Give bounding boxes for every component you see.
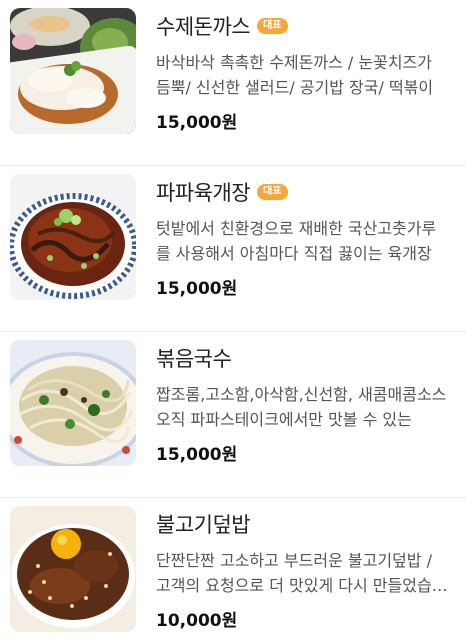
signature-badge: 대표 [257,184,288,200]
signature-badge: 대표 [257,18,288,34]
stir-fried-noodles-photo [10,340,136,466]
bulgogi-rice-bowl-photo [10,506,136,632]
menu-item-donkatsu[interactable]: 수제돈까스 대표 바삭바삭 촉촉한 수제돈까스 / 눈꽃치즈가 듬뿍/ 신선한 … [0,0,466,166]
menu-name: 볶음국수 [156,347,232,371]
donkatsu-photo [10,8,136,134]
menu-description: 단짠단짠 고소하고 부드러운 불고기덮밥 / 고객의 요청으로 더 맛있게 다시… [156,551,447,595]
yukgaejang-photo [10,174,136,300]
menu-price: 15,000원 [156,279,238,299]
menu-description: 텃밭에서 친환경으로 재배한 국산고춧가루를 사용해서 아침마다 직접 끓이는 … [156,219,437,263]
menu-name: 불고기덮밥 [156,513,251,537]
menu-description: 짭조롬,고소함,아삭함,신선함, 새콤매콤소스 오직 파파스테이크에서만 맛볼 … [156,385,447,429]
menu-name: 수제돈까스 [156,15,251,39]
menu-price: 15,000원 [156,445,238,465]
menu-price: 15,000원 [156,113,238,133]
menu-description: 바삭바삭 촉촉한 수제돈까스 / 눈꽃치즈가 듬뿍/ 신선한 샐러드/ 공기밥 … [156,53,434,97]
menu-item-stir-fried-noodles[interactable]: 볶음국수 짭조롬,고소함,아삭함,신선함, 새콤매콤소스 오직 파파스테이크에서… [0,332,466,498]
menu-name: 파파육개장 [156,181,251,205]
menu-price: 10,000원 [156,611,238,631]
menu-item-yukgaejang[interactable]: 파파육개장 대표 텃밭에서 친환경으로 재배한 국산고춧가루를 사용해서 아침마… [0,166,466,332]
menu-item-bulgogi-rice-bowl[interactable]: 불고기덮밥 단짠단짠 고소하고 부드러운 불고기덮밥 / 고객의 요청으로 더 … [0,498,466,641]
menu-list: 수제돈까스 대표 바삭바삭 촉촉한 수제돈까스 / 눈꽃치즈가 듬뿍/ 신선한 … [0,0,466,641]
